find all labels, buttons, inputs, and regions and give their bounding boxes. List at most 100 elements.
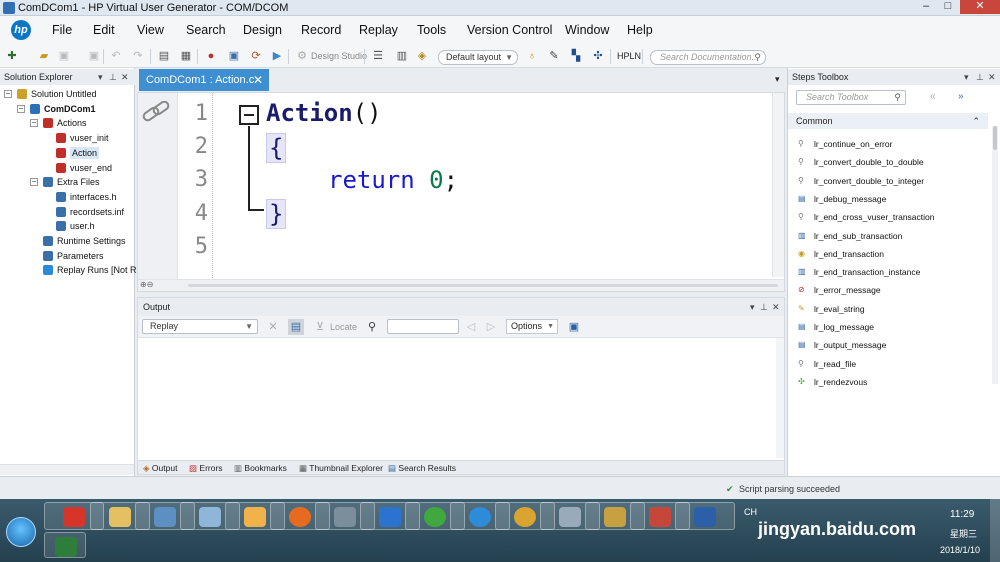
compile-icon[interactable]: ▦ bbox=[180, 50, 192, 62]
chevron-up-icon[interactable]: ⌃ bbox=[972, 113, 980, 129]
fold-collapse-icon[interactable] bbox=[239, 105, 259, 125]
tab-search-results[interactable]: ▤ Search Results bbox=[388, 462, 456, 474]
clock-time[interactable]: 11:29 bbox=[950, 509, 974, 520]
new-script-icon[interactable]: ✚ bbox=[6, 50, 18, 62]
output-search-input[interactable] bbox=[387, 319, 459, 334]
menu-design[interactable]: Design bbox=[243, 23, 282, 37]
menu-search[interactable]: Search bbox=[186, 23, 226, 37]
toolbox-step-item[interactable]: ▤ lr_debug_message bbox=[798, 193, 978, 206]
input-language[interactable]: CH bbox=[744, 507, 757, 517]
menu-version-control[interactable]: Version Control bbox=[467, 23, 552, 37]
editor-vscrollbar[interactable] bbox=[772, 93, 784, 277]
replay-settings-icon[interactable]: ⟳ bbox=[250, 50, 262, 62]
minimize-button[interactable]: – bbox=[916, 0, 936, 14]
menu-replay[interactable]: Replay bbox=[359, 23, 398, 37]
toolbox-step-item[interactable]: ▤ lr_output_message bbox=[798, 339, 978, 352]
layout-dropdown[interactable]: Default layout ▼ bbox=[438, 50, 518, 65]
toolbox-step-item[interactable]: ⚲ lr_read_file bbox=[798, 358, 978, 371]
tree-collapse-icon[interactable]: − bbox=[30, 178, 38, 187]
snapshot-icon[interactable]: ▤ bbox=[158, 50, 170, 62]
menu-file[interactable]: File bbox=[52, 23, 72, 37]
network-icon[interactable]: ✣ bbox=[592, 50, 604, 62]
toolbox-step-item[interactable]: ⚲ lr_end_cross_vuser_transaction bbox=[798, 211, 978, 224]
save-output-icon[interactable]: ▣ bbox=[568, 321, 580, 333]
output-vscrollbar[interactable] bbox=[776, 338, 784, 458]
badge-icon[interactable]: ♁ bbox=[526, 50, 538, 62]
documentation-search-input[interactable]: Search Documentation... ⚲ bbox=[650, 50, 766, 65]
layout-save-icon[interactable]: ◈ bbox=[416, 50, 428, 62]
windows-icon[interactable]: ▚ bbox=[570, 50, 582, 62]
panel-menu-icon[interactable]: ▾ bbox=[98, 69, 103, 85]
tree-collapse-icon[interactable]: − bbox=[17, 104, 25, 113]
redo-icon[interactable]: ↷ bbox=[132, 50, 144, 62]
toolbox-step-item[interactable]: ⚲ lr_convert_double_to_integer bbox=[798, 175, 978, 188]
tree-item[interactable]: − Extra Files bbox=[0, 176, 134, 189]
run-step-icon[interactable]: ▣ bbox=[228, 50, 240, 62]
find-previous-icon[interactable]: ◁ bbox=[465, 321, 477, 333]
tree-item[interactable]: Replay Runs [Not Run] bbox=[0, 264, 149, 277]
tab-errors[interactable]: ▨ Errors bbox=[189, 462, 223, 474]
pin-icon[interactable]: ⊥ bbox=[109, 69, 117, 85]
tree-item[interactable]: − ComDCom1 bbox=[0, 103, 134, 116]
clear-icon[interactable]: ✕ bbox=[267, 321, 279, 333]
search-icon[interactable]: ⚲ bbox=[894, 91, 901, 104]
collapse-all-icon[interactable]: « bbox=[930, 91, 936, 102]
pin-icon[interactable]: ⊥ bbox=[760, 298, 768, 316]
taskbar-word[interactable] bbox=[675, 502, 735, 530]
tree-item[interactable]: − Solution Untitled bbox=[0, 88, 134, 101]
tab-list-icon[interactable]: ▾ bbox=[775, 74, 780, 85]
record-icon[interactable]: ● bbox=[205, 50, 217, 62]
menu-record[interactable]: Record bbox=[301, 23, 341, 37]
toolbox-search-input[interactable]: Search Toolbox ⚲ bbox=[796, 90, 906, 105]
expand-all-icon[interactable]: » bbox=[958, 91, 964, 102]
save-icon[interactable]: ▣ bbox=[58, 50, 70, 62]
toolbox-section-common[interactable]: Common ⌃ bbox=[788, 113, 988, 129]
toolbox-step-item[interactable]: ✣ lr_rendezvous bbox=[798, 376, 978, 389]
pen-icon[interactable]: ✎ bbox=[548, 50, 560, 62]
save-all-icon[interactable]: ▣ bbox=[88, 50, 100, 62]
maximize-button[interactable]: □ bbox=[938, 0, 958, 14]
panel-menu-icon[interactable]: ▾ bbox=[964, 69, 969, 85]
tree-item[interactable]: vuser_init bbox=[0, 132, 134, 145]
tree-item[interactable]: interfaces.h bbox=[0, 191, 134, 204]
toolbox-step-item[interactable]: ✎ lr_eval_string bbox=[798, 303, 978, 316]
start-button[interactable] bbox=[6, 517, 36, 547]
layout-grid-icon[interactable]: ▥ bbox=[396, 50, 408, 62]
menu-help[interactable]: Help bbox=[627, 23, 653, 37]
tree-item[interactable]: − Actions bbox=[0, 117, 134, 130]
replay-icon[interactable]: ▶ bbox=[271, 50, 283, 62]
tab-close-icon[interactable]: ✕ bbox=[253, 69, 263, 91]
toolbox-step-item[interactable]: ▥ lr_end_transaction_instance bbox=[798, 266, 978, 279]
output-source-dropdown[interactable]: Replay ▼ bbox=[142, 319, 258, 334]
solution-hscrollbar[interactable] bbox=[0, 464, 134, 475]
code-editor[interactable]: 1 2 3 4 5 Action() { return 0; } ⊕⊖ bbox=[137, 92, 785, 292]
menu-tools[interactable]: Tools bbox=[417, 23, 446, 37]
zoom-icon[interactable]: ⊕⊖ bbox=[140, 280, 153, 289]
tab-thumbnail-explorer[interactable]: ▦ Thumbnail Explorer bbox=[299, 462, 383, 474]
panel-close-icon[interactable]: ✕ bbox=[121, 69, 129, 85]
locate-button[interactable]: Locate bbox=[330, 322, 357, 332]
toolbox-step-item[interactable]: ⚲ lr_convert_double_to_double bbox=[798, 156, 978, 169]
editor-hscrollbar[interactable]: ⊕⊖ bbox=[138, 279, 784, 291]
open-icon[interactable]: ▰ bbox=[38, 50, 50, 62]
tree-item[interactable]: Parameters bbox=[0, 250, 134, 263]
layout-list-icon[interactable]: ☰ bbox=[372, 50, 384, 62]
toolbox-step-item[interactable]: ⊘ lr_error_message bbox=[798, 284, 978, 297]
menu-view[interactable]: View bbox=[137, 23, 164, 37]
undo-icon[interactable]: ↶ bbox=[110, 50, 122, 62]
search-icon[interactable]: ⚲ bbox=[754, 51, 761, 64]
hpln-button[interactable]: HPLN bbox=[617, 51, 641, 61]
panel-menu-icon[interactable]: ▾ bbox=[750, 298, 755, 316]
close-button[interactable]: ✕ bbox=[960, 0, 1000, 14]
panel-close-icon[interactable]: ✕ bbox=[988, 69, 996, 85]
tree-collapse-icon[interactable]: − bbox=[30, 119, 38, 128]
tree-item[interactable]: Runtime Settings bbox=[0, 235, 134, 248]
tab-bookmarks[interactable]: ▥ Bookmarks bbox=[234, 462, 287, 474]
link-icon[interactable] bbox=[141, 101, 171, 125]
menu-edit[interactable]: Edit bbox=[93, 23, 115, 37]
design-studio-button[interactable]: Design Studio bbox=[311, 51, 367, 61]
toolbox-vscrollbar[interactable] bbox=[992, 126, 998, 384]
panel-close-icon[interactable]: ✕ bbox=[772, 298, 780, 316]
toolbox-step-item[interactable]: ▤ lr_log_message bbox=[798, 321, 978, 334]
tree-collapse-icon[interactable]: − bbox=[4, 90, 12, 98]
